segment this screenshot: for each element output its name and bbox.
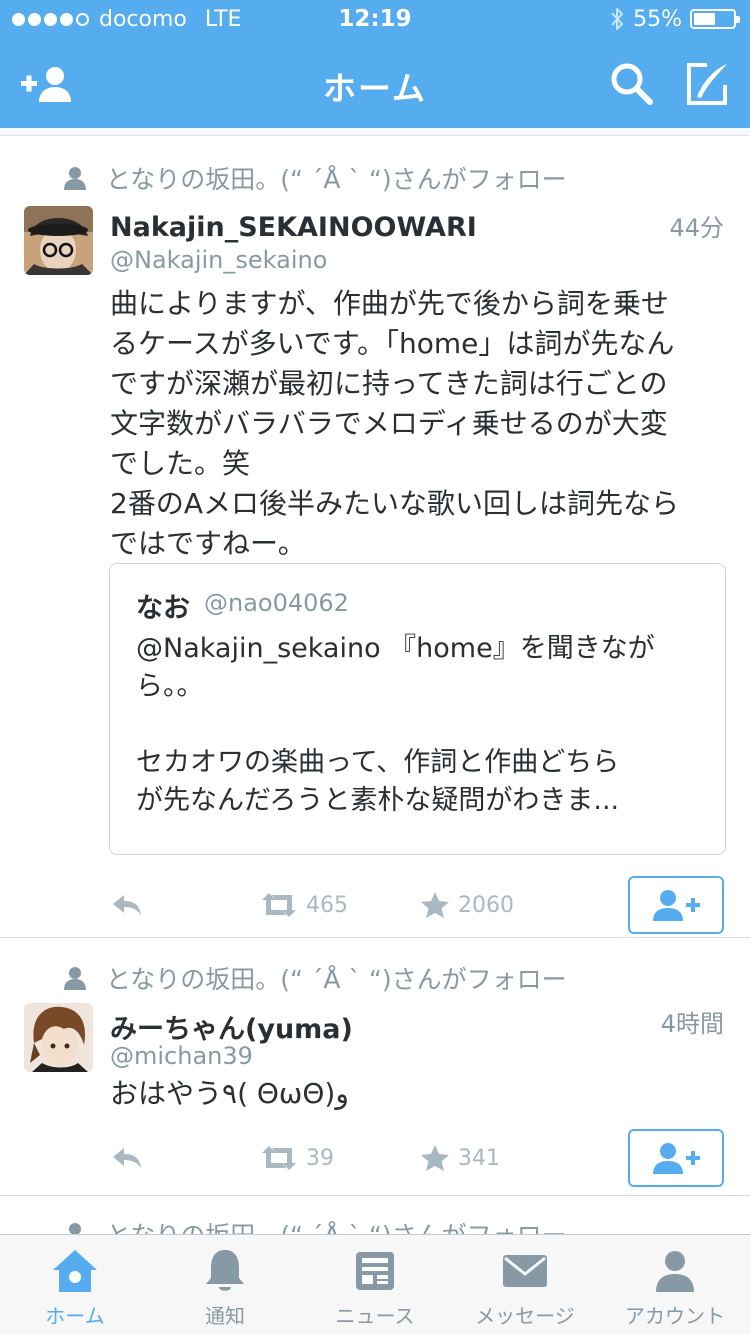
retweet-count: 465 [306,892,348,918]
quoted-text-line: が先なんだろうと素朴な疑問がわきま... [136,785,620,816]
quoted-text: @Nakajin_sekaino 『home』を聞きなが ら。。 セカオワの楽曲… [136,630,696,820]
tab-label: ホーム [45,1304,105,1328]
social-context-text: となりの坂田。(“ ´Å ` “)さんがフォロー [106,1216,567,1234]
tweet-text-line: るケースが多いです。「home」は詞が先なん [110,327,675,360]
reply-button[interactable] [110,1145,260,1171]
tab-notifications[interactable]: 通知 [150,1235,300,1334]
search-button[interactable] [604,60,660,108]
tab-label: アカウント [625,1304,725,1328]
quoted-text-line [136,706,696,744]
person-icon [64,967,86,990]
status-right: 55% [609,6,740,32]
envelope-icon [503,1255,547,1287]
follow-button[interactable] [628,1129,724,1187]
status-bar: docomo LTE 12:19 55% [0,0,750,40]
tweet-text-line: ですが深瀬が最初に持ってきた詞は行ごとの [110,367,668,400]
top-bar: docomo LTE 12:19 55% ホーム [0,0,750,128]
tab-account[interactable]: アカウント [600,1235,750,1334]
username[interactable]: @Nakajin_sekaino [110,246,327,274]
display-name[interactable]: Nakajin_SEKAINOOWARI [110,212,477,243]
bell-icon [206,1250,244,1291]
tab-label: メッセージ [475,1304,575,1328]
tab-label: ニュース [335,1304,415,1328]
display-name[interactable]: みーちゃん(yuma) [110,1007,353,1046]
home-icon [53,1250,97,1292]
tab-messages[interactable]: メッセージ [450,1235,600,1334]
tweet[interactable]: となりの坂田。(“ ´Å ` “)さんがフォロー [0,1196,750,1234]
bluetooth-icon [611,8,624,30]
tweet-time: 44分 [669,214,724,242]
compose-button[interactable] [680,60,736,108]
tweet[interactable]: となりの坂田。(“ ´Å ` “)さんがフォロー みーちゃん(yuma) @mi… [0,938,750,1196]
person-icon [656,1251,694,1292]
quoted-text-line: @Nakajin_sekaino 『home』を聞きなが [136,633,655,664]
tweet[interactable]: となりの坂田。(“ ´Å ` “)さんがフォロー Nakajin_SEKAINO… [0,136,750,938]
tweet-time: 4時間 [660,1010,724,1038]
quoted-text-line: ら。。 [136,671,204,702]
username[interactable]: @michan39 [110,1042,253,1070]
tweet-text-line: 2番のAメロ後半みたいな歌い回しは詞先なら [110,487,679,520]
star-icon [421,892,449,918]
favorite-button[interactable]: 341 [420,1144,500,1172]
person-icon [64,167,86,190]
social-context-text: となりの坂田。(“ ´Å ` “)さんがフォロー [106,165,567,194]
social-context: となりの坂田。(“ ´Å ` “)さんがフォロー [62,160,567,196]
quoted-tweet[interactable]: なお @nao04062 @Nakajin_sekaino 『home』を聞きな… [109,563,726,855]
retweet-button[interactable]: 465 [260,891,420,919]
social-context-text: となりの坂田。(“ ´Å ` “)さんがフォロー [106,965,567,994]
battery-level [694,13,715,25]
quoted-display-name: なお [136,593,190,624]
news-icon [356,1252,394,1290]
retweet-icon [262,1146,296,1170]
follow-button[interactable] [628,876,724,934]
social-context: となりの坂田。(“ ´Å ` “)さんがフォロー [62,960,567,996]
tweet-actions: 39 341 [110,1144,500,1172]
battery-percent: 55% [633,6,682,32]
tweet-text-line: 文字数がバラバラでメロディ乗せるのが大変 [110,407,668,440]
favorite-button[interactable]: 2060 [420,891,514,919]
follow-icon [653,1143,700,1174]
avatar[interactable] [24,206,93,275]
avatar-image [24,206,93,275]
quoted-text-line: セカオワの楽曲って、作詞と作曲どちら [136,747,620,778]
person-icon [69,1223,81,1234]
quoted-username: @nao04062 [204,589,349,617]
reply-button[interactable] [110,892,260,918]
compose-icon [687,63,727,105]
tab-home[interactable]: ホーム [0,1235,150,1334]
reply-icon [113,895,141,915]
retweet-icon [262,893,296,917]
tab-news[interactable]: ニュース [300,1235,450,1334]
avatar-image [24,1003,93,1072]
tweet-actions: 465 2060 [110,891,514,919]
tweet-text-line: 曲によりますが、作曲が先で後から詞を乗せ [110,287,669,320]
search-icon [611,63,653,105]
retweet-count: 39 [306,1145,334,1171]
tab-label: 通知 [205,1304,245,1328]
tweet-text-line: おはやう٩( ΘωΘ)و [110,1077,349,1110]
favorite-count: 341 [458,1145,500,1171]
retweet-button[interactable]: 39 [260,1144,420,1172]
tab-bar: ホーム 通知 ニュース メッセージ アカウント [0,1234,750,1334]
nav-bar: ホーム [0,40,750,128]
social-context: となりの坂田。(“ ´Å ` “)さんがフォロー [62,1216,567,1234]
avatar[interactable] [24,1003,93,1072]
tweet-text: 曲によりますが、作曲が先で後から詞を乗せ るケースが多いです。「home」は詞が… [110,284,730,564]
battery-icon [690,9,740,29]
tweet-text-line: でした。笑 [110,447,251,480]
timeline[interactable]: となりの坂田。(“ ´Å ` “)さんがフォロー Nakajin_SEKAINO… [0,128,750,1234]
star-icon [421,1145,449,1171]
timeline-top-gap [0,128,750,136]
tweet-text: おはやう٩( ΘωΘ)و [110,1074,730,1114]
reply-icon [113,1148,141,1168]
tweet-text-line: ではですねー。 [110,527,306,560]
follow-icon [653,890,700,921]
favorite-count: 2060 [458,892,514,918]
